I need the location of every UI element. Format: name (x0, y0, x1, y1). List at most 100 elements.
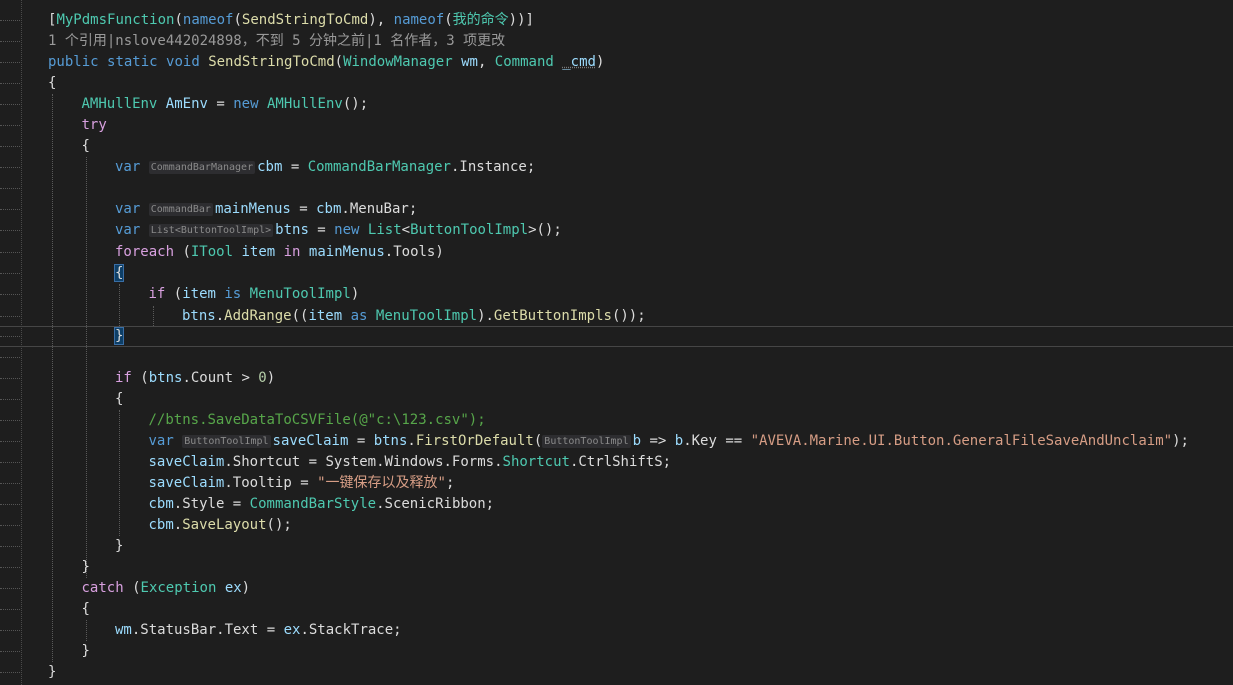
code-line[interactable]: saveClaim.Shortcut = System.Windows.Form… (149, 452, 672, 473)
code-line[interactable]: { (82, 599, 90, 620)
code-line[interactable]: cbm.SaveLayout(); (149, 515, 292, 536)
code-line[interactable]: saveClaim.Tooltip = "一键保存以及释放"; (149, 473, 455, 494)
code-token: 1 个引用|nslove442024898，不到 5 分钟之前|1 名作者，3 … (48, 33, 506, 49)
code-editor[interactable]: [MyPdmsFunction(nameof(SendStringToCmd),… (0, 0, 1233, 685)
code-token: btns (373, 433, 408, 449)
code-token: AMHullEnv (266, 96, 343, 112)
code-token: 0 (258, 370, 267, 386)
code-line[interactable]: } (82, 641, 90, 662)
code-token: public (48, 54, 99, 70)
code-line[interactable]: } (113, 326, 125, 347)
code-line[interactable]: } (82, 557, 90, 578)
code-token: CommandBarStyle (249, 496, 377, 512)
code-line[interactable]: var ButtonToolImpl saveClaim = btns.First… (149, 431, 1189, 452)
gutter-marker (0, 630, 20, 631)
code-token: cbm (257, 159, 283, 175)
gutter-marker (0, 41, 20, 42)
gutter-marker (0, 273, 20, 274)
code-token: ) (350, 286, 360, 302)
code-token: catch (81, 580, 124, 596)
code-line[interactable]: { (113, 263, 125, 284)
code-line[interactable]: } (48, 662, 56, 683)
codelens-info[interactable]: 1 个引用|nslove442024898，不到 5 分钟之前|1 名作者，3 … (48, 31, 505, 52)
code-token: var (148, 433, 174, 449)
gutter-marker (0, 609, 20, 610)
code-token: . (215, 308, 225, 324)
code-token: saveClaim (148, 454, 225, 470)
code-token: . (407, 433, 416, 449)
code-token: nameof (182, 12, 234, 28)
code-line[interactable]: var CommandBar mainMenus = cbm.MenuBar; (115, 199, 417, 220)
gutter-marker (0, 146, 20, 147)
code-line[interactable]: } (115, 536, 123, 557)
code-token: List (367, 222, 402, 238)
code-line[interactable]: //btns.SaveDataToCSVFile(@"c:\123.csv"); (149, 410, 486, 431)
code-line[interactable]: if (item is MenuToolImpl) (149, 284, 360, 305)
code-token: = (207, 96, 234, 112)
code-line[interactable]: btns.AddRange((item as MenuToolImpl).Get… (182, 306, 646, 327)
code-token: >(); (528, 222, 562, 238)
code-token: as (350, 308, 368, 324)
code-line[interactable]: { (82, 136, 90, 157)
code-line[interactable]: wm.StatusBar.Text = ex.StackTrace; (115, 620, 402, 641)
code-token: ); (1172, 433, 1189, 449)
indent-guide (119, 284, 120, 326)
gutter-marker (0, 357, 20, 358)
code-token: (); (266, 517, 292, 533)
gutter-marker (0, 125, 20, 126)
code-line[interactable]: AMHullEnv AmEnv = new AMHullEnv(); (82, 94, 369, 115)
code-token: if (115, 370, 132, 386)
gutter-marker (0, 167, 20, 168)
code-line[interactable]: { (115, 389, 123, 410)
code-token: } (81, 643, 90, 659)
code-line[interactable]: var List<ButtonToolImpl> btns = new List<… (115, 220, 562, 241)
code-token: } (81, 559, 90, 575)
code-token: in (283, 244, 301, 260)
code-line[interactable]: var CommandBarManager cbm = CommandBarMan… (115, 157, 535, 178)
code-token: static (107, 54, 158, 70)
code-token: nameof (393, 12, 445, 28)
code-token: ()); (611, 308, 646, 324)
code-line[interactable]: try (82, 115, 107, 136)
code-token: foreach (115, 244, 175, 260)
code-line[interactable]: foreach (ITool item in mainMenus.Tools) (115, 242, 444, 263)
code-token: var (115, 222, 141, 238)
code-token: void (166, 54, 200, 70)
gutter-marker (0, 209, 20, 210)
gutter-marker (0, 378, 20, 379)
gutter-marker (0, 104, 20, 105)
code-token: AmEnv (165, 96, 208, 112)
code-token: ex (283, 622, 301, 638)
code-token: GetButtonImpls (493, 308, 612, 324)
code-line[interactable]: { (48, 73, 56, 94)
code-line[interactable]: public static void SendStringToCmd(Windo… (48, 52, 604, 73)
code-token: = (290, 201, 317, 217)
code-token: (); (342, 96, 369, 112)
code-token: .Key == (683, 433, 751, 449)
code-token: var (115, 159, 141, 175)
code-token: item (241, 244, 276, 260)
code-token: ( (334, 54, 344, 70)
code-line[interactable]: catch (Exception ex) (82, 578, 251, 599)
indent-guide (86, 157, 87, 578)
code-line[interactable]: if (btns.Count > 0) (115, 368, 275, 389)
code-token: } (113, 327, 125, 345)
code-token: SendStringToCmd (241, 12, 369, 28)
code-line[interactable]: cbm.Style = CommandBarStyle.ScenicRibbon… (149, 494, 495, 515)
gutter-marker (0, 252, 20, 253)
code-token: ))] (508, 12, 534, 28)
code-token: . (173, 517, 183, 533)
code-token: ) (241, 580, 251, 596)
code-line[interactable]: [MyPdmsFunction(nameof(SendStringToCmd),… (48, 10, 534, 31)
inlay-type-hint: ButtonToolImpl (542, 435, 631, 448)
code-token: try (81, 117, 107, 133)
code-token: } (48, 664, 57, 680)
